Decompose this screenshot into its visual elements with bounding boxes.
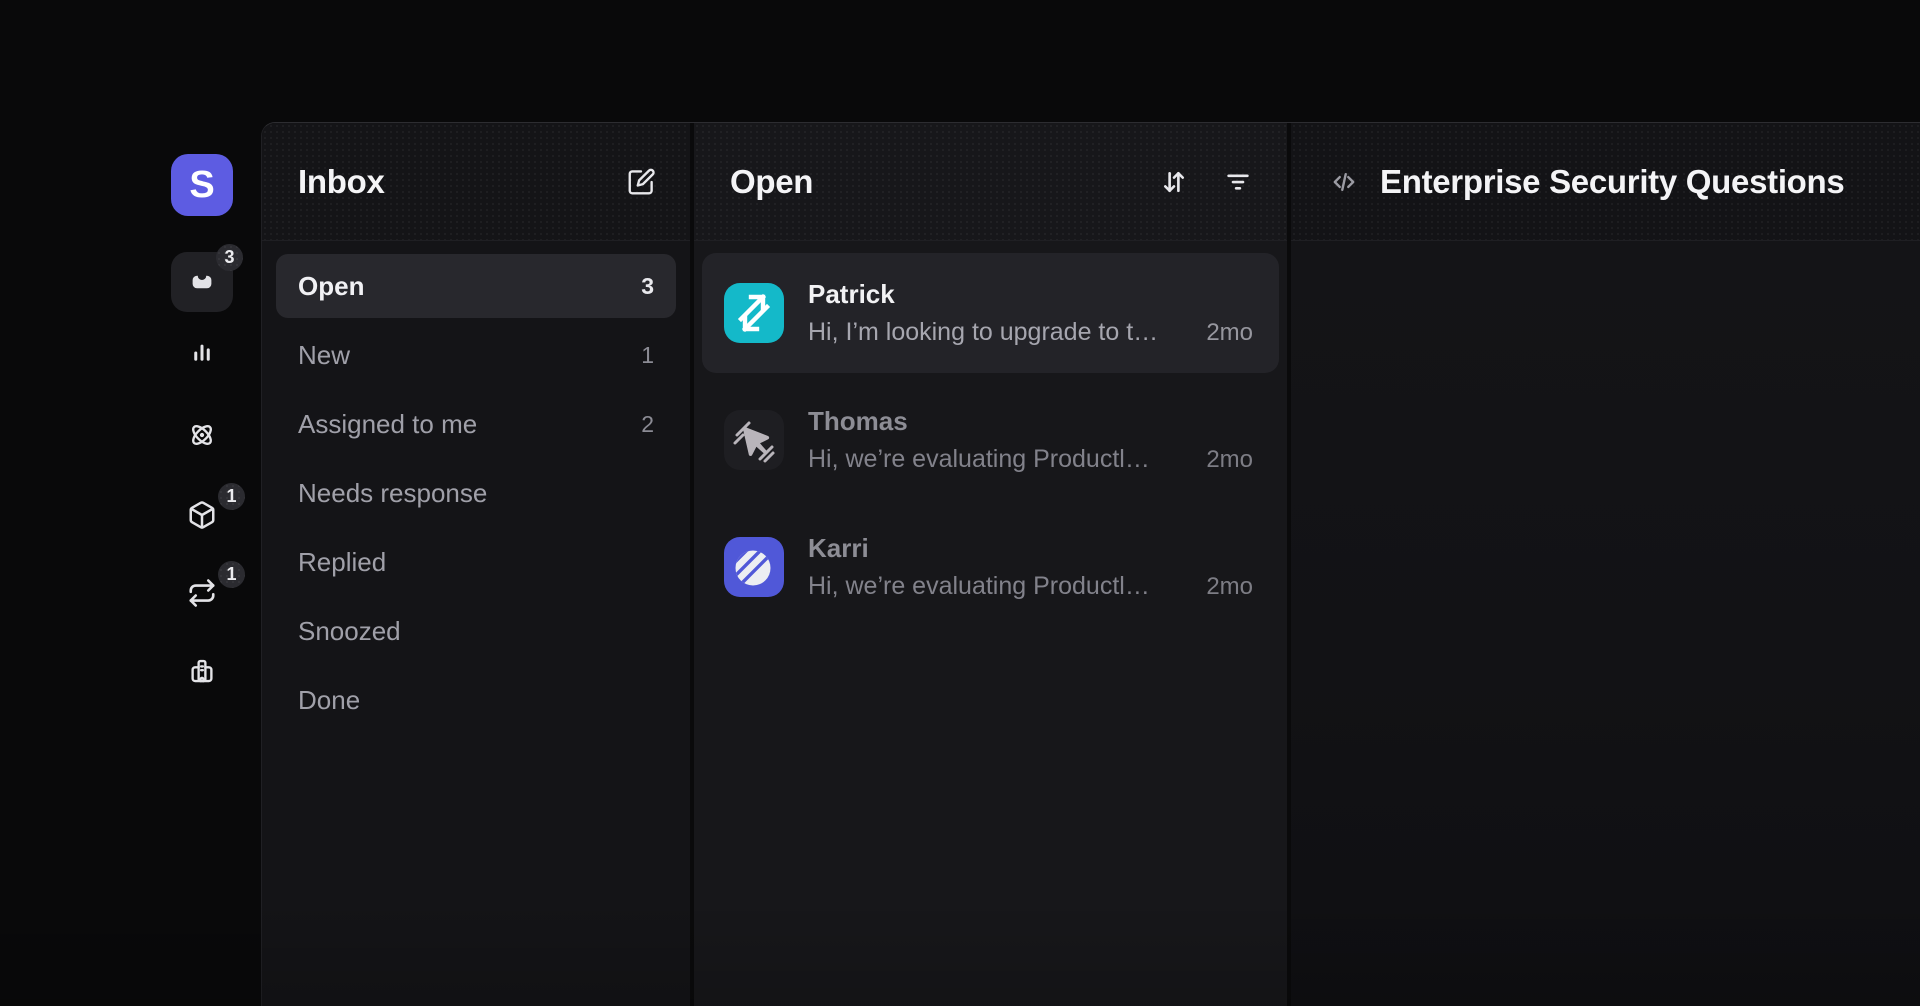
filter-button[interactable] — [1223, 167, 1253, 197]
conversation-time: 2mo — [1206, 319, 1253, 347]
inbox-panel: Inbox Open 3 New — [262, 123, 690, 1006]
conversation-row-thomas[interactable]: Thomas Hi, we’re evaluating Productl… 2m… — [702, 380, 1279, 500]
folder-row-replied[interactable]: Replied — [276, 530, 676, 594]
folder-row-assigned-to-me[interactable]: Assigned to me 2 — [276, 392, 676, 456]
compose-icon — [626, 167, 656, 197]
conversation-preview: Hi, we’re evaluating Productl… — [808, 445, 1186, 474]
cursor-icon — [724, 410, 784, 470]
compose-button[interactable] — [626, 167, 656, 197]
list-toolbar — [1159, 167, 1253, 197]
conversation-text: Thomas Hi, we’re evaluating Productl… 2m… — [808, 406, 1253, 473]
folder-label: Done — [298, 685, 360, 716]
sidebar-item-company[interactable] — [171, 649, 233, 693]
list-panel-header: Open — [694, 123, 1287, 241]
atom-icon — [187, 420, 217, 450]
inbox-panel-title: Inbox — [298, 163, 385, 201]
conversation-list-panel: Open — [694, 123, 1287, 1006]
folder-label: Assigned to me — [298, 409, 477, 440]
conversation-text: Karri Hi, we’re evaluating Productl… 2mo — [808, 533, 1253, 600]
app-window: S 3 — [0, 0, 1920, 1006]
inbox-panel-header: Inbox — [262, 123, 690, 241]
folder-row-done[interactable]: Done — [276, 668, 676, 732]
conversation-list: Patrick Hi, I’m looking to upgrade to t…… — [694, 241, 1287, 639]
conversation-name: Thomas — [808, 406, 1253, 437]
workspace-logo-letter: S — [189, 164, 214, 207]
folder-row-new[interactable]: New 1 — [276, 323, 676, 387]
office-building-icon — [187, 656, 217, 686]
transfer-arrows-icon — [724, 283, 784, 343]
conversation-row-patrick[interactable]: Patrick Hi, I’m looking to upgrade to t…… — [702, 253, 1279, 373]
conversation-time: 2mo — [1206, 573, 1253, 601]
globe-sphere-icon — [724, 537, 784, 597]
cube-icon — [187, 500, 217, 530]
app-sidebar: S 3 — [0, 0, 261, 1006]
sidebar-item-sync[interactable]: 1 — [171, 571, 233, 615]
repeat-arrows-icon — [187, 578, 217, 608]
conversation-subline: Hi, we’re evaluating Productl… 2mo — [808, 445, 1253, 474]
folder-label: New — [298, 340, 350, 371]
conversation-detail-body — [1291, 241, 1920, 1006]
filter-icon — [1223, 167, 1253, 197]
inbox-count-badge: 3 — [216, 244, 243, 271]
sidebar-item-insights[interactable] — [171, 331, 233, 375]
list-panel-title: Open — [730, 163, 813, 201]
folder-count: 2 — [641, 411, 654, 438]
sidebar-item-integrations[interactable] — [171, 413, 233, 457]
bar-chart-icon — [187, 338, 217, 368]
conversation-preview: Hi, I’m looking to upgrade to t… — [808, 318, 1186, 347]
folder-label: Open — [298, 271, 364, 302]
conversation-subline: Hi, we’re evaluating Productl… 2mo — [808, 572, 1253, 601]
products-count-badge: 1 — [218, 483, 245, 510]
conversation-preview: Hi, we’re evaluating Productl… — [808, 572, 1186, 601]
conversation-subline: Hi, I’m looking to upgrade to t… 2mo — [808, 318, 1253, 347]
sidebar-item-products[interactable]: 1 — [171, 493, 233, 537]
folder-row-open[interactable]: Open 3 — [276, 254, 676, 318]
workspace-logo[interactable]: S — [171, 154, 233, 216]
sort-button[interactable] — [1159, 167, 1189, 197]
conversation-text: Patrick Hi, I’m looking to upgrade to t…… — [808, 279, 1253, 346]
sidebar-item-inbox[interactable]: 3 — [171, 252, 233, 312]
folder-row-needs-response[interactable]: Needs response — [276, 461, 676, 525]
conversation-name: Karri — [808, 533, 1253, 564]
folder-label: Replied — [298, 547, 386, 578]
conversation-row-karri[interactable]: Karri Hi, we’re evaluating Productl… 2mo — [702, 507, 1279, 627]
inbox-folder-list: Open 3 New 1 Assigned to me 2 Needs resp… — [262, 241, 690, 745]
content-panels: Inbox Open 3 New — [261, 122, 1920, 1006]
folder-count: 1 — [641, 342, 654, 369]
folder-label: Needs response — [298, 478, 487, 509]
detail-panel-header: Enterprise Security Questions — [1291, 123, 1920, 241]
code-icon — [1327, 165, 1361, 199]
sort-arrows-icon — [1159, 167, 1189, 197]
folder-label: Snoozed — [298, 616, 401, 647]
sync-count-badge: 1 — [218, 561, 245, 588]
detail-panel-title: Enterprise Security Questions — [1380, 163, 1844, 201]
detail-panel: Enterprise Security Questions — [1291, 123, 1920, 1006]
inbox-tray-icon — [187, 267, 217, 297]
conversation-name: Patrick — [808, 279, 1253, 310]
folder-row-snoozed[interactable]: Snoozed — [276, 599, 676, 663]
conversation-time: 2mo — [1206, 446, 1253, 474]
folder-count: 3 — [641, 273, 654, 300]
